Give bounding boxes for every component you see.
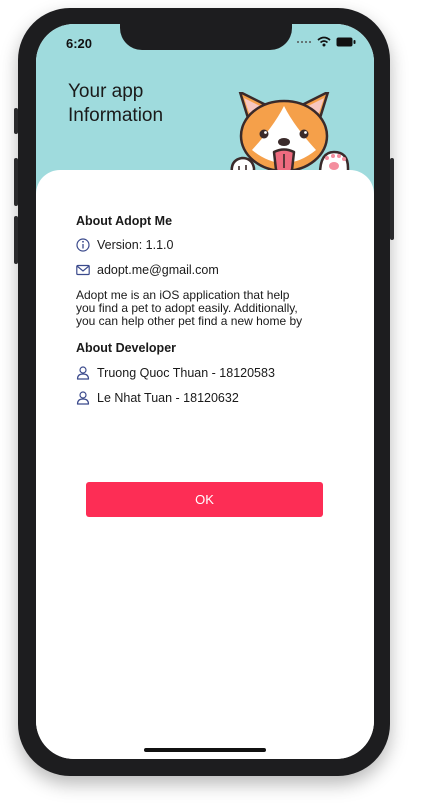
developer-name: Truong Quoc Thuan - 18120583 — [97, 366, 275, 380]
email-text: adopt.me@gmail.com — [97, 263, 219, 277]
volume-up-button — [14, 158, 18, 206]
version-text: Version: 1.1.0 — [97, 238, 174, 252]
developer-name: Le Nhat Tuan - 18120632 — [97, 391, 239, 405]
mail-icon — [76, 263, 90, 277]
page-title-line-2: Information — [68, 105, 164, 126]
version-row: Version: 1.1.0 — [76, 238, 338, 252]
about-app-title: About Adopt Me — [76, 214, 173, 228]
signal-icon — [297, 40, 311, 43]
wifi-icon — [317, 36, 331, 47]
email-row: adopt.me@gmail.com — [76, 263, 338, 277]
page-title: Your app Information — [68, 80, 218, 128]
person-icon — [76, 391, 90, 405]
developer-row: Truong Quoc Thuan - 18120583 — [76, 366, 338, 380]
battery-icon — [336, 37, 356, 46]
home-indicator[interactable] — [144, 748, 266, 752]
person-icon — [76, 366, 90, 380]
about-developer-title: About Developer — [76, 341, 177, 355]
notch — [120, 24, 292, 50]
power-button — [390, 158, 394, 240]
developer-row: Le Nhat Tuan - 18120632 — [76, 391, 338, 405]
phone-screen: 6:20 Your app Information About Adopt Me… — [36, 24, 374, 759]
silent-switch — [14, 108, 18, 134]
status-icons — [296, 36, 356, 47]
description-line: you can help other pet find a new home b… — [76, 314, 303, 328]
content: About Adopt Me Version: 1.1.0 adopt.me@g… — [76, 214, 338, 405]
ok-button[interactable]: OK — [86, 482, 323, 517]
info-icon — [76, 238, 90, 252]
status-time: 6:20 — [66, 36, 93, 51]
page-title-line-1: Your app — [68, 81, 144, 102]
volume-down-button — [14, 216, 18, 264]
app-description: Adopt me is an iOS application that help… — [76, 289, 338, 328]
